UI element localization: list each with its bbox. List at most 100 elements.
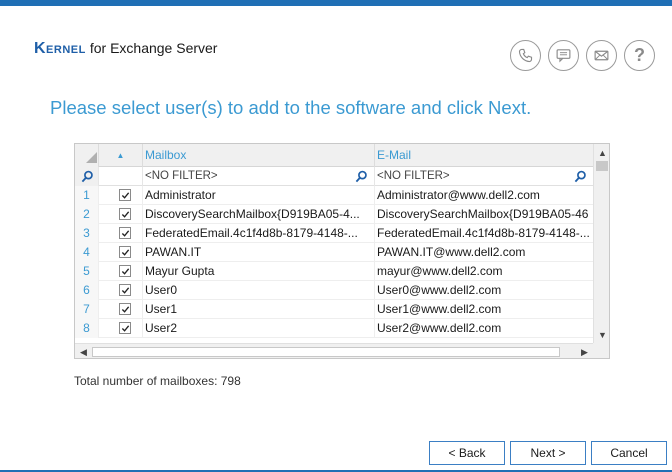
mailbox-cell[interactable]: User0 — [143, 281, 375, 300]
table-row[interactable]: 8 User2 User2@www.dell2.com — [75, 319, 593, 338]
vertical-scrollbar[interactable]: ▲ ▼ — [593, 144, 609, 343]
mailbox-cell[interactable]: Administrator — [143, 186, 375, 205]
filter-row: <NO FILTER> <NO FILTER> — [75, 167, 593, 186]
table-row[interactable]: 1 Administrator Administrator@www.dell2.co… — [75, 186, 593, 205]
row-number: 2 — [75, 205, 99, 224]
checkmark-icon — [121, 325, 130, 332]
row-checkbox[interactable] — [119, 246, 131, 258]
row-select-cell[interactable] — [99, 186, 143, 205]
row-checkbox[interactable] — [119, 284, 131, 296]
scroll-right-arrow[interactable]: ▶ — [576, 344, 593, 358]
checkmark-icon — [121, 287, 130, 294]
column-header-mailbox[interactable]: Mailbox — [143, 144, 375, 167]
page-heading: Please select user(s) to add to the soft… — [50, 97, 532, 118]
row-number: 7 — [75, 300, 99, 319]
cancel-button[interactable]: Cancel — [591, 441, 667, 465]
row-number: 5 — [75, 262, 99, 281]
scrollbar-corner — [593, 343, 609, 358]
search-icon[interactable] — [574, 170, 587, 183]
scroll-left-arrow[interactable]: ◀ — [75, 344, 92, 358]
support-icons: ? — [510, 40, 655, 71]
table-row[interactable]: 3 FederatedEmail.4c1f4d8b-8179-4148-... Fe… — [75, 224, 593, 243]
chat-icon[interactable] — [548, 40, 579, 71]
row-checkbox[interactable] — [119, 303, 131, 315]
email-cell[interactable]: User2@www.dell2.com — [375, 319, 593, 338]
select-all-corner[interactable] — [75, 144, 99, 167]
mailbox-grid: ▲ Mailbox E-Mail <NO FILTER> <NO FILTER>… — [74, 143, 610, 359]
brand-kernel: Kernel — [34, 40, 86, 57]
row-checkbox[interactable] — [119, 227, 131, 239]
table-row[interactable]: 5 Mayur Gupta mayur@www.dell2.com — [75, 262, 593, 281]
filter-mailbox[interactable]: <NO FILTER> — [143, 167, 375, 186]
next-button[interactable]: Next > — [510, 441, 586, 465]
email-cell[interactable]: mayur@www.dell2.com — [375, 262, 593, 281]
table-row[interactable]: 7 User1 User1@www.dell2.com — [75, 300, 593, 319]
row-checkbox[interactable] — [119, 208, 131, 220]
help-glyph: ? — [634, 45, 645, 65]
row-checkbox[interactable] — [119, 265, 131, 277]
checkmark-icon — [121, 306, 130, 313]
email-cell[interactable]: PAWAN.IT@www.dell2.com — [375, 243, 593, 262]
horizontal-scrollbar[interactable]: ◀ ▶ — [75, 343, 593, 358]
row-checkbox[interactable] — [119, 189, 131, 201]
mailbox-cell[interactable]: User2 — [143, 319, 375, 338]
row-select-cell[interactable] — [99, 243, 143, 262]
checkmark-icon — [121, 268, 130, 275]
row-checkbox[interactable] — [119, 322, 131, 334]
email-cell[interactable]: User0@www.dell2.com — [375, 281, 593, 300]
table-row[interactable]: 6 User0 User0@www.dell2.com — [75, 281, 593, 300]
email-cell[interactable]: DiscoverySearchMailbox{D919BA05-46 — [375, 205, 593, 224]
filter-checkbox-cell — [99, 167, 143, 186]
total-mailboxes-label: Total number of mailboxes: 798 — [74, 374, 241, 388]
row-number: 6 — [75, 281, 99, 300]
filter-email[interactable]: <NO FILTER> — [375, 167, 593, 186]
row-number: 3 — [75, 224, 99, 243]
search-icon — [81, 170, 93, 183]
row-select-cell[interactable] — [99, 281, 143, 300]
row-number: 8 — [75, 319, 99, 338]
mailbox-cell[interactable]: Mayur Gupta — [143, 262, 375, 281]
search-icon[interactable] — [355, 170, 368, 183]
row-select-cell[interactable] — [99, 224, 143, 243]
window-top-bar — [0, 0, 672, 6]
checkmark-icon — [121, 192, 130, 199]
cancel-button-label: Cancel — [610, 446, 648, 460]
email-cell[interactable]: Administrator@www.dell2.com — [375, 186, 593, 205]
row-select-cell[interactable] — [99, 319, 143, 338]
email-cell[interactable]: User1@www.dell2.com — [375, 300, 593, 319]
horizontal-scroll-thumb[interactable] — [92, 347, 560, 357]
mailbox-cell[interactable]: PAWAN.IT — [143, 243, 375, 262]
sort-ascending-icon: ▲ — [116, 151, 125, 160]
row-select-cell[interactable] — [99, 262, 143, 281]
scroll-up-arrow[interactable]: ▲ — [594, 144, 609, 161]
mailbox-cell[interactable]: FederatedEmail.4c1f4d8b-8179-4148-... — [143, 224, 375, 243]
mail-icon[interactable] — [586, 40, 617, 71]
brand-product: for Exchange Server — [89, 40, 218, 56]
filter-row-icon-cell — [75, 167, 99, 186]
back-button[interactable]: < Back — [429, 441, 505, 465]
phone-icon[interactable] — [510, 40, 541, 71]
checkmark-icon — [121, 249, 130, 256]
mailbox-cell[interactable]: User1 — [143, 300, 375, 319]
table-row[interactable]: 4 PAWAN.IT PAWAN.IT@www.dell2.com — [75, 243, 593, 262]
back-button-label: < Back — [448, 446, 486, 460]
mailbox-cell[interactable]: DiscoverySearchMailbox{D919BA05-4... — [143, 205, 375, 224]
row-number: 1 — [75, 186, 99, 205]
grid-header: ▲ Mailbox E-Mail — [75, 144, 593, 167]
help-icon[interactable]: ? — [624, 40, 655, 71]
checkmark-icon — [121, 230, 130, 237]
next-button-label: Next > — [530, 446, 566, 460]
email-cell[interactable]: FederatedEmail.4c1f4d8b-8179-4148-... — [375, 224, 593, 243]
app-logo: Kernel for Exchange Server — [34, 40, 217, 58]
table-row[interactable]: 2 DiscoverySearchMailbox{D919BA05-4... Dis… — [75, 205, 593, 224]
vertical-scroll-thumb[interactable] — [596, 161, 608, 171]
row-select-cell[interactable] — [99, 300, 143, 319]
row-select-cell[interactable] — [99, 205, 143, 224]
checkmark-icon — [121, 211, 130, 218]
scroll-down-arrow[interactable]: ▼ — [594, 326, 609, 343]
checkbox-column-header[interactable]: ▲ — [99, 144, 143, 167]
row-number: 4 — [75, 243, 99, 262]
column-header-email[interactable]: E-Mail — [375, 144, 593, 167]
filter-email-text: <NO FILTER> — [377, 170, 450, 182]
filter-mailbox-text: <NO FILTER> — [145, 170, 218, 182]
